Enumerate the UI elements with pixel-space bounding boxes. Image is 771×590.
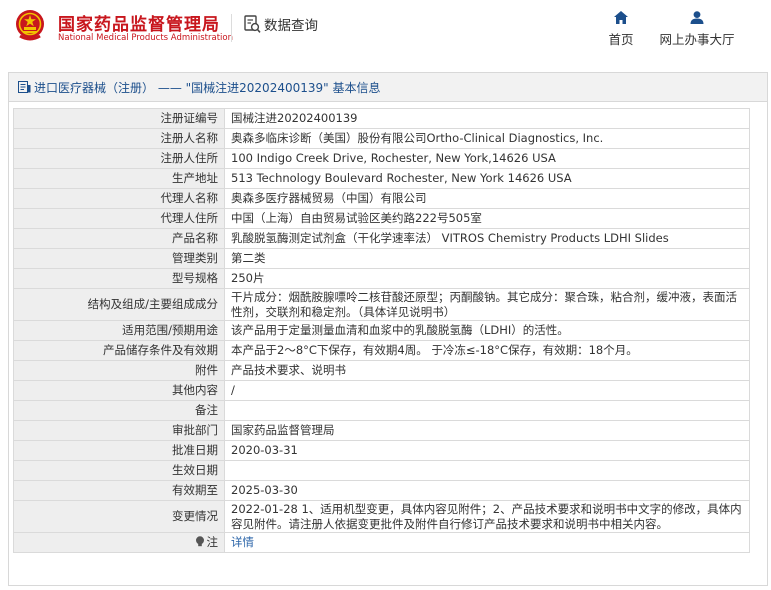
table-row: 批准日期 2020-03-31 [13, 440, 750, 461]
detail-panel: 进口医疗器械（注册） —— "国械注进20202400139" 基本信息 注册证… [8, 72, 768, 586]
data-query-link[interactable]: 数据查询 [244, 14, 318, 34]
note-row: 注详情 [13, 532, 750, 553]
field-label: 结构及组成/主要组成成分 [13, 288, 225, 321]
field-value: 513 Technology Boulevard Rochester, New … [224, 168, 750, 189]
brand-name-en: National Medical Products Administration [58, 33, 233, 43]
table-row: 产品名称 乳酸脱氢酶测定试剂盒（干化学速率法） VITROS Chemistry … [13, 228, 750, 249]
field-value: 奥森多临床诊断（美国）股份有限公司Ortho-Clinical Diagnost… [224, 128, 750, 149]
field-label: 生产地址 [13, 168, 225, 189]
table-row: 管理类别 第二类 [13, 248, 750, 269]
field-value: 奥森多医疗器械贸易（中国）有限公司 [224, 188, 750, 209]
field-value: / [224, 380, 750, 401]
field-label: 有效期至 [13, 480, 225, 501]
field-label: 其他内容 [13, 380, 225, 401]
field-label: 附件 [13, 360, 225, 381]
table-row: 备注 [13, 400, 750, 421]
table-row: 注册人住所 100 Indigo Creek Drive, Rochester, … [13, 148, 750, 169]
field-label: 注册证编号 [13, 108, 225, 129]
field-label: 生效日期 [13, 460, 225, 481]
field-label: 产品储存条件及有效期 [13, 340, 225, 361]
table-row: 注册人名称 奥森多临床诊断（美国）股份有限公司Ortho-Clinical Dia… [13, 128, 750, 149]
field-label: 型号规格 [13, 268, 225, 289]
document-list-icon [18, 81, 31, 93]
field-value: 国家药品监督管理局 [224, 420, 750, 441]
table-row: 结构及组成/主要组成成分 干片成分：烟酰胺腺嘌呤二核苷酸还原型；丙酮酸钠。其它成分… [13, 288, 750, 321]
table-row: 有效期至 2025-03-30 [13, 480, 750, 501]
table-row: 适用范围/预期用途 该产品用于定量测量血清和血浆中的乳酸脱氢酶（LDHI）的活性。 [13, 320, 750, 341]
field-label: 产品名称 [13, 228, 225, 249]
brand-name-cn: 国家药品监督管理局 [58, 15, 220, 35]
field-label: 注册人住所 [13, 148, 225, 169]
field-label: 管理类别 [13, 248, 225, 269]
field-value: 干片成分：烟酰胺腺嘌呤二核苷酸还原型；丙酮酸钠。其它成分：聚合珠，粘合剂，缓冲液… [224, 288, 750, 321]
header-divider [231, 14, 232, 42]
field-value: 产品技术要求、说明书 [224, 360, 750, 381]
site-header: 国家药品监督管理局 National Medical Products Admi… [0, 0, 771, 60]
field-value: 中国（上海）自由贸易试验区美约路222号505室 [224, 208, 750, 229]
field-value: 第二类 [224, 248, 750, 269]
table-row: 代理人名称 奥森多医疗器械贸易（中国）有限公司 [13, 188, 750, 209]
table-row: 生效日期 [13, 460, 750, 481]
table-row: 产品储存条件及有效期 本产品于2～8°C下保存，有效期4周。 于冷冻≤-18°C保… [13, 340, 750, 361]
table-row: 型号规格 250片 [13, 268, 750, 289]
table-row: 生产地址 513 Technology Boulevard Rochester, … [13, 168, 750, 189]
field-label: 代理人住所 [13, 208, 225, 229]
field-label: 适用范围/预期用途 [13, 320, 225, 341]
field-label: 批准日期 [13, 440, 225, 461]
field-value: 2025-03-30 [224, 480, 750, 501]
field-value: 国械注进20202400139 [224, 108, 750, 129]
field-value: 乳酸脱氢酶测定试剂盒（干化学速率法） VITROS Chemistry Prod… [224, 228, 750, 249]
table-row: 注册证编号 国械注进20202400139 [13, 108, 750, 129]
nav-online-service-hall-label: 网上办事大厅 [659, 32, 735, 47]
field-value: 本产品于2～8°C下保存，有效期4周。 于冷冻≤-18°C保存，有效期：18个月… [224, 340, 750, 361]
user-icon [690, 11, 704, 24]
details-link[interactable]: 详情 [231, 535, 254, 549]
note-label-cell: 注 [13, 532, 225, 553]
field-label: 代理人名称 [13, 188, 225, 209]
national-emblem-logo [16, 10, 44, 41]
note-value-cell: 详情 [224, 532, 750, 553]
field-value: 2020-03-31 [224, 440, 750, 461]
data-query-label: 数据查询 [264, 18, 318, 34]
table-row: 审批部门 国家药品监督管理局 [13, 420, 750, 441]
field-value [224, 460, 750, 481]
table-row: 其他内容 / [13, 380, 750, 401]
field-label: 变更情况 [13, 500, 225, 533]
field-value: 该产品用于定量测量血清和血浆中的乳酸脱氢酶（LDHI）的活性。 [224, 320, 750, 341]
info-table: 注册证编号 国械注进20202400139 注册人名称 奥森多临床诊断（美国）股份有限… [13, 108, 750, 553]
search-document-icon [244, 14, 261, 33]
nav-home[interactable]: 首页 [604, 11, 638, 48]
field-value: 250片 [224, 268, 750, 289]
field-label: 注册人名称 [13, 128, 225, 149]
field-label: 审批部门 [13, 420, 225, 441]
home-icon [614, 11, 628, 24]
field-label: 备注 [13, 400, 225, 421]
table-row: 代理人住所 中国（上海）自由贸易试验区美约路222号505室 [13, 208, 750, 229]
nav-online-service-hall[interactable]: 网上办事大厅 [656, 11, 738, 48]
panel-title: 进口医疗器械（注册） —— "国械注进20202400139" 基本信息 [34, 80, 381, 95]
field-value: 2022-01-28 1、适用机型变更，具体内容见附件；2、产品技术要求和说明书… [224, 500, 750, 533]
field-value [224, 400, 750, 421]
nav-home-label: 首页 [608, 32, 634, 47]
info-bulb-icon [195, 536, 204, 547]
table-row: 变更情况 2022-01-28 1、适用机型变更，具体内容见附件；2、产品技术要求… [13, 500, 750, 533]
panel-header: 进口医疗器械（注册） —— "国械注进20202400139" 基本信息 [9, 73, 767, 102]
note-label: 注 [206, 535, 219, 549]
field-value: 100 Indigo Creek Drive, Rochester, New Y… [224, 148, 750, 169]
table-row: 附件 产品技术要求、说明书 [13, 360, 750, 381]
